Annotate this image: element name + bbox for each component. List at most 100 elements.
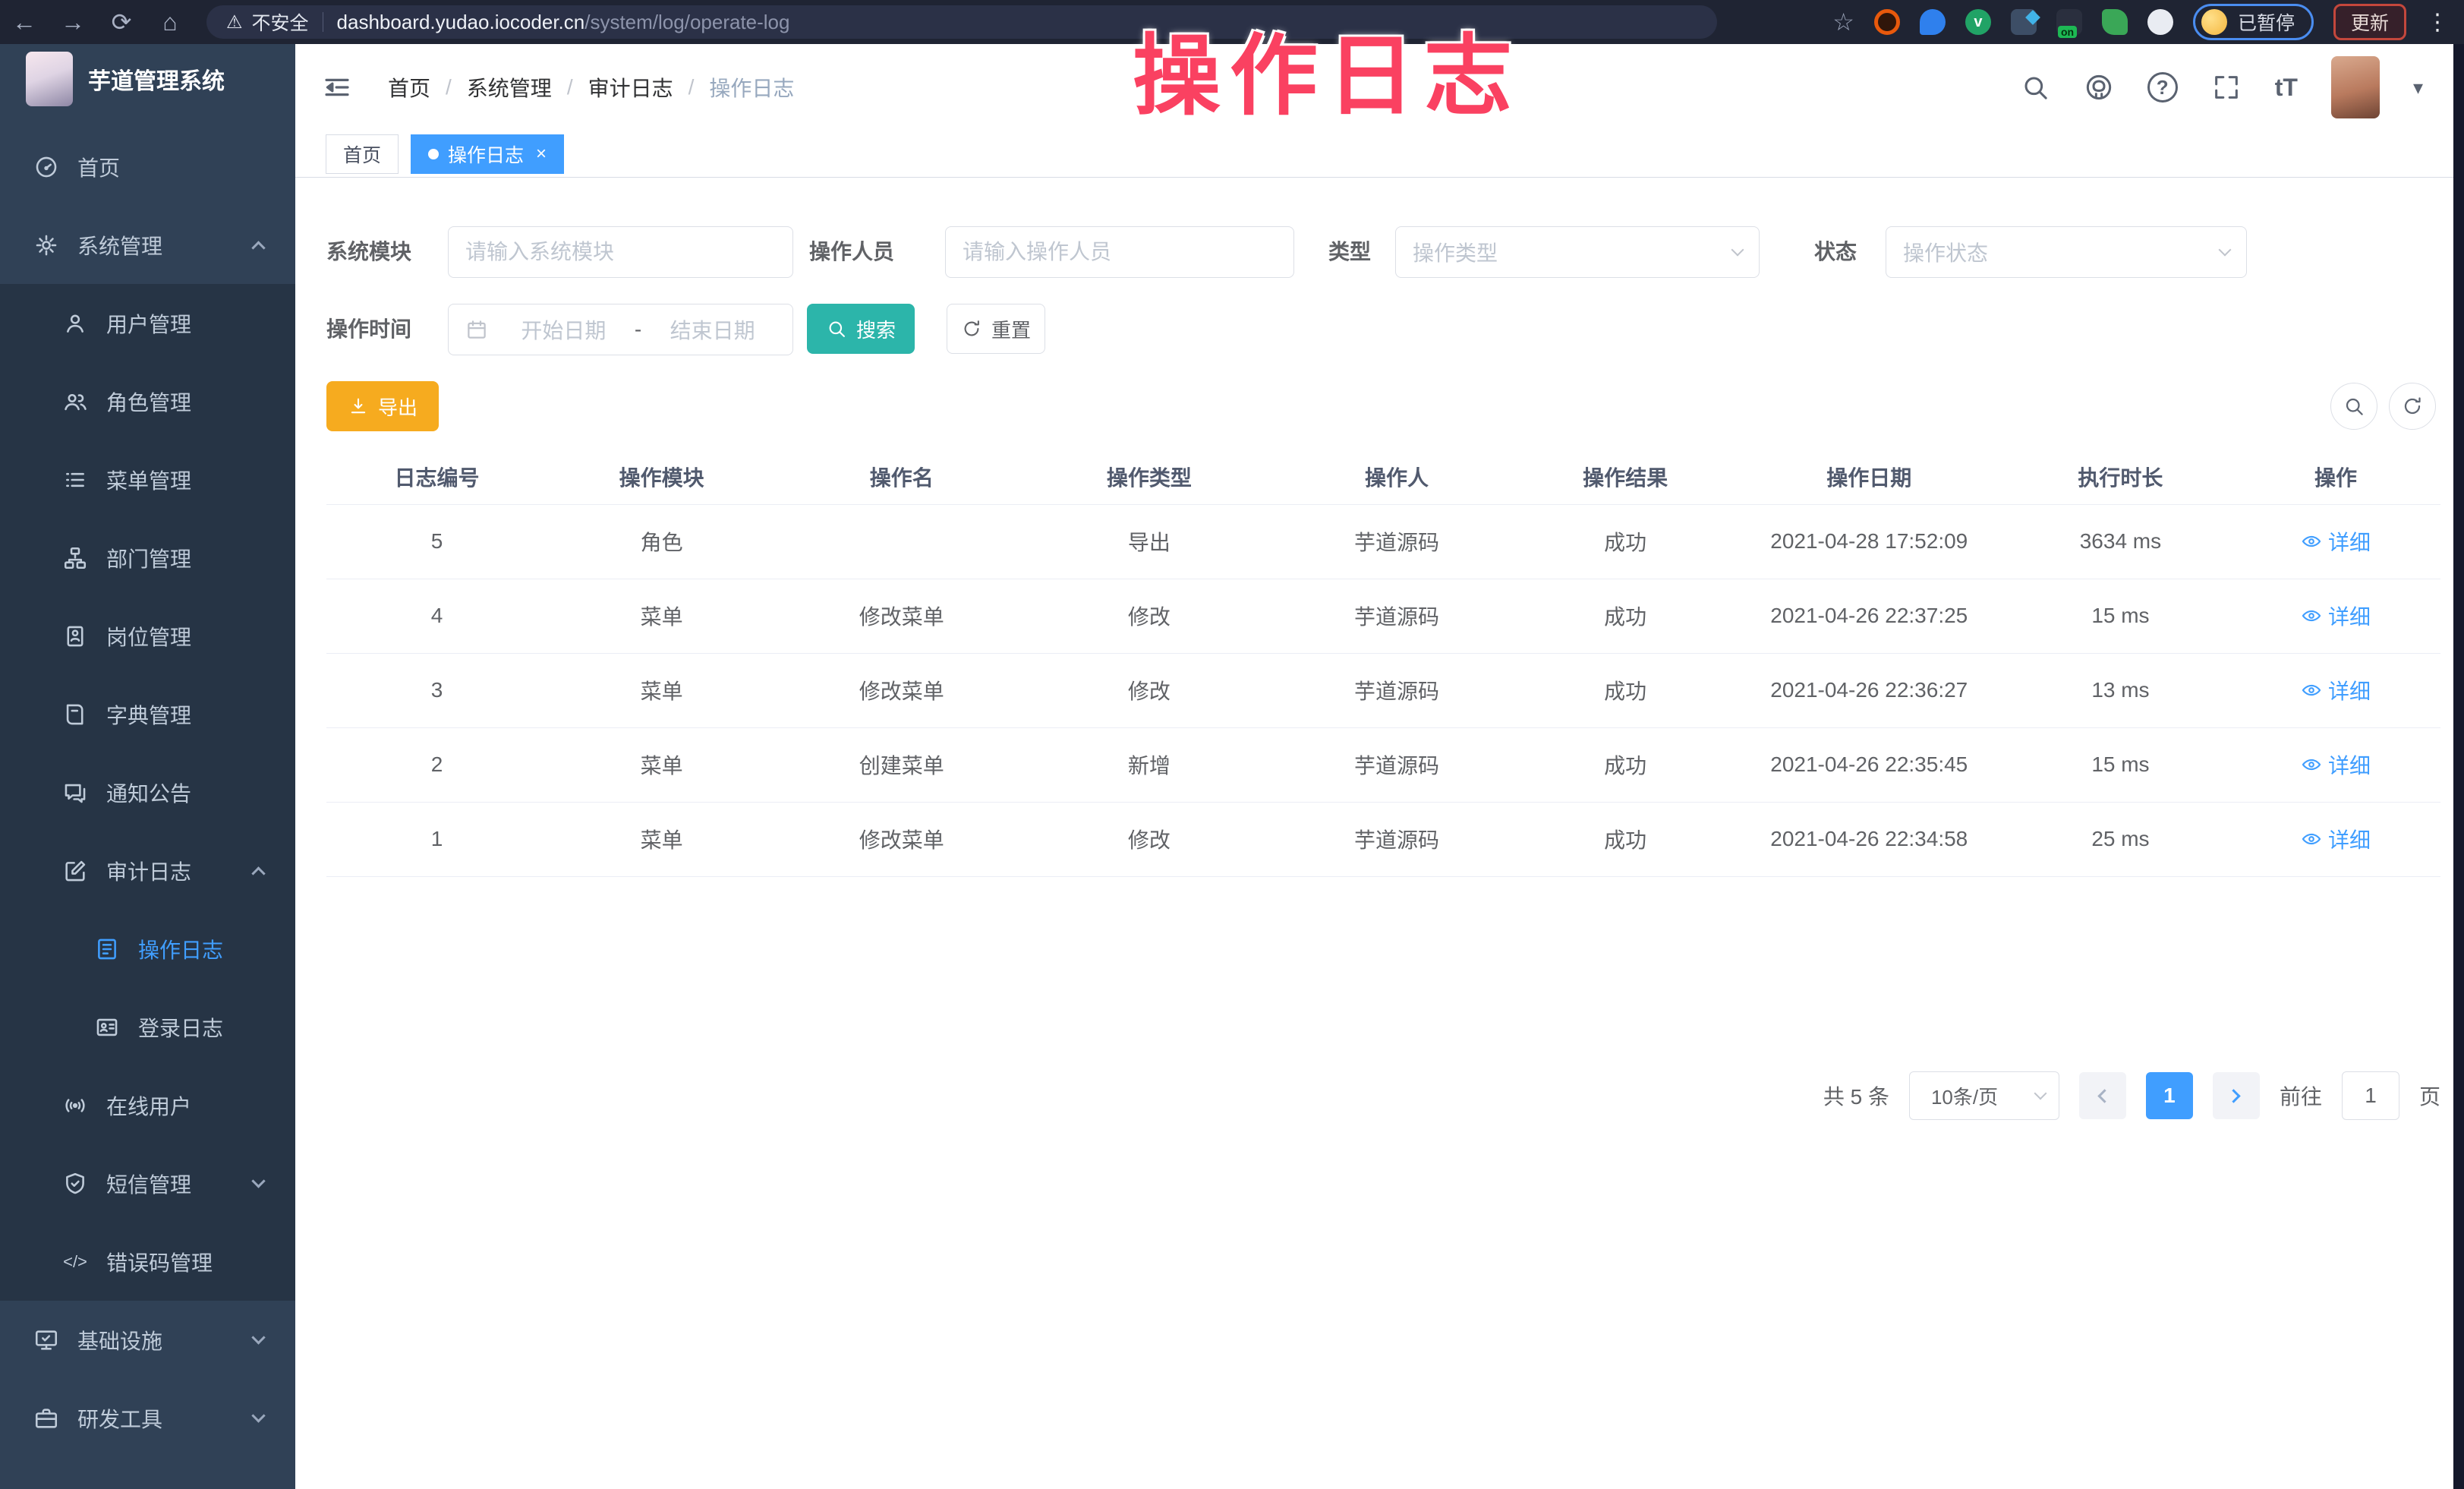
search-button[interactable]: 搜索 — [807, 304, 915, 354]
header-actions: ? tT ▾ — [2020, 56, 2453, 118]
tag-home[interactable]: 首页 — [326, 134, 399, 174]
breadcrumb-system[interactable]: 系统管理 — [467, 72, 552, 103]
browser-back-icon[interactable]: ← — [0, 8, 49, 36]
extension-leaf-icon[interactable] — [2102, 9, 2128, 35]
breadcrumb-separator: / — [446, 75, 452, 99]
address-bar[interactable]: ⚠ 不安全 dashboard.yudao.iocoder.cn /system… — [206, 5, 1717, 39]
app-logo-row[interactable]: 芋道管理系统 — [0, 44, 295, 114]
cell-date: 2021-04-26 22:36:27 — [1728, 653, 2010, 727]
page-size-select[interactable]: 10条/页 — [1909, 1071, 2059, 1120]
tag-operate-log[interactable]: 操作日志 × — [411, 134, 564, 174]
sidebar-item-sms-management[interactable]: 短信管理 — [0, 1144, 295, 1222]
browser-profile-chip[interactable]: 已暂停 — [2193, 4, 2314, 40]
avatar-caret-icon[interactable]: ▾ — [2413, 76, 2423, 99]
profile-emoji-avatar — [2201, 9, 2227, 35]
detail-label: 详细 — [2328, 601, 2371, 631]
sidebar-item-role-management[interactable]: 角色管理 — [0, 362, 295, 440]
detail-link[interactable]: 详细 — [2301, 601, 2371, 631]
search-icon[interactable] — [2020, 72, 2050, 103]
cell-action: 详细 — [2231, 579, 2440, 653]
prev-page-button[interactable] — [2079, 1072, 2126, 1119]
browser-home-icon[interactable]: ⌂ — [146, 8, 194, 36]
current-page-button[interactable]: 1 — [2146, 1072, 2193, 1119]
sidebar-item-audit-log[interactable]: 审计日志 — [0, 831, 295, 910]
goto-page-input[interactable] — [2342, 1071, 2399, 1120]
reset-button[interactable]: 重置 — [947, 304, 1045, 354]
cell-type: 导出 — [1027, 504, 1271, 579]
export-button[interactable]: 导出 — [326, 381, 439, 431]
col-module: 操作模块 — [547, 450, 776, 504]
sidebar-item-label: 角色管理 — [106, 386, 191, 417]
chevron-up-icon — [251, 866, 265, 880]
sidebar-item-system-management[interactable]: 系统管理 — [0, 206, 295, 284]
sidebar-collapse-icon[interactable] — [321, 71, 353, 103]
sidebar-item-login-log[interactable]: 登录日志 — [0, 988, 295, 1066]
sidebar-item-notice[interactable]: 通知公告 — [0, 753, 295, 831]
browser-reload-icon[interactable]: ⟳ — [97, 8, 146, 36]
refresh-table-button[interactable] — [2389, 383, 2436, 430]
extension-orange-icon[interactable] — [1874, 9, 1900, 35]
table-header-row: 日志编号 操作模块 操作名 操作类型 操作人 操作结果 操作日期 执行时长 操作 — [326, 450, 2440, 504]
briefcase-icon — [33, 1405, 59, 1431]
not-secure-warning-icon: ⚠ — [226, 11, 243, 33]
reset-button-label: 重置 — [991, 315, 1031, 343]
cell-result: 成功 — [1523, 579, 1728, 653]
extension-dark-icon[interactable]: on — [2056, 9, 2082, 35]
breadcrumb-audit-log[interactable]: 审计日志 — [588, 72, 673, 103]
extension-on-badge: on — [2058, 26, 2077, 38]
sidebar-item-menu-management[interactable]: 菜单管理 — [0, 440, 295, 519]
detail-link[interactable]: 详细 — [2301, 526, 2371, 557]
sidebar-item-infrastructure[interactable]: 基础设施 — [0, 1301, 295, 1379]
sidebar-item-error-code-management[interactable]: </> 错误码管理 — [0, 1222, 295, 1301]
audit-edit-icon — [62, 858, 88, 884]
sidebar-item-department-management[interactable]: 部门管理 — [0, 519, 295, 597]
app-header: 首页 / 系统管理 / 审计日志 / 操作日志 ? tT ▾ — [295, 44, 2453, 131]
chevron-down-icon — [2034, 1087, 2047, 1100]
type-select[interactable]: 操作类型 — [1395, 226, 1760, 278]
module-input-field[interactable] — [465, 240, 776, 264]
sidebar-item-home[interactable]: 首页 — [0, 128, 295, 206]
extension-blue-icon[interactable] — [2011, 9, 2037, 35]
operate-log-doc-icon — [94, 936, 120, 962]
cell-date: 2021-04-28 17:52:09 — [1728, 504, 2010, 579]
detail-link[interactable]: 详细 — [2301, 824, 2371, 854]
sidebar-item-operate-log[interactable]: 操作日志 — [0, 910, 295, 988]
cell-module: 菜单 — [547, 802, 776, 876]
operate-log-table: 日志编号 操作模块 操作名 操作类型 操作人 操作结果 操作日期 执行时长 操作… — [326, 450, 2440, 877]
toggle-search-button[interactable] — [2330, 383, 2377, 430]
status-select[interactable]: 操作状态 — [1886, 226, 2247, 278]
docs-question-icon[interactable]: ? — [2147, 72, 2178, 103]
browser-forward-icon[interactable]: → — [49, 8, 97, 36]
detail-link[interactable]: 详细 — [2301, 749, 2371, 780]
font-size-icon[interactable]: tT — [2275, 74, 2298, 102]
date-range-picker[interactable]: 开始日期 - 结束日期 — [448, 304, 793, 355]
bookmark-star-icon[interactable]: ☆ — [1832, 8, 1854, 36]
browser-update-button[interactable]: 更新 — [2333, 4, 2406, 40]
close-icon[interactable]: × — [536, 144, 547, 165]
github-icon[interactable] — [2084, 72, 2114, 103]
gear-icon — [33, 232, 59, 258]
sidebar-item-dict-management[interactable]: 字典管理 — [0, 675, 295, 753]
sidebar-item-user-management[interactable]: 用户管理 — [0, 284, 295, 362]
chevron-down-icon — [1731, 244, 1744, 257]
extension-pin-icon[interactable] — [1920, 9, 1946, 35]
next-page-button[interactable] — [2213, 1072, 2260, 1119]
cell-type: 修改 — [1027, 802, 1271, 876]
extension-puzzle-icon[interactable] — [2147, 9, 2173, 35]
breadcrumb-home[interactable]: 首页 — [388, 72, 430, 103]
detail-link[interactable]: 详细 — [2301, 675, 2371, 705]
operator-input[interactable] — [945, 226, 1294, 278]
eye-icon — [2301, 605, 2322, 626]
operator-input-field[interactable] — [963, 240, 1277, 264]
sidebar-item-online-users[interactable]: 在线用户 — [0, 1066, 295, 1144]
type-select-placeholder: 操作类型 — [1413, 237, 1498, 267]
module-input[interactable] — [448, 226, 793, 278]
user-avatar[interactable] — [2331, 56, 2380, 118]
browser-menu-icon[interactable]: ⋮ — [2426, 9, 2450, 36]
extension-green-icon[interactable]: v — [1965, 9, 1991, 35]
calendar-icon — [465, 318, 488, 341]
fullscreen-icon[interactable] — [2211, 72, 2242, 103]
not-secure-label: 不安全 — [252, 8, 309, 36]
sidebar-item-dev-tools[interactable]: 研发工具 — [0, 1379, 295, 1457]
sidebar-item-post-management[interactable]: 岗位管理 — [0, 597, 295, 675]
